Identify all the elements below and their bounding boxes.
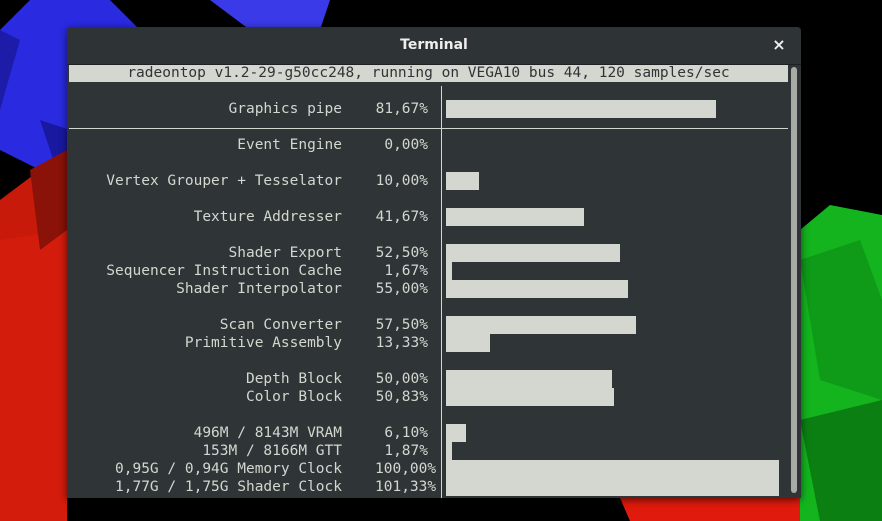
stat-row: Sequencer Instruction Cache 1,67% xyxy=(67,262,787,280)
stat-row: Color Block 50,83% xyxy=(67,388,787,406)
scrollbar[interactable] xyxy=(791,65,798,495)
stat-row: Depth Block 50,00% xyxy=(67,370,787,388)
stat-percent: 13,33% xyxy=(375,335,428,351)
usage-bar xyxy=(446,388,614,406)
stat-percent: 52,50% xyxy=(375,245,428,261)
stat-label: 153M / 8166M GTT xyxy=(202,443,342,459)
stat-percent: 1,87% xyxy=(384,443,428,459)
stat-label: Shader Interpolator xyxy=(176,281,342,297)
stat-row: 496M / 8143M VRAM 6,10% xyxy=(67,424,787,442)
stat-percent: 57,50% xyxy=(375,317,428,333)
usage-bar xyxy=(446,280,628,298)
usage-bar xyxy=(446,316,636,334)
window-title: Terminal xyxy=(400,37,468,53)
stat-percent: 101,33% xyxy=(375,479,437,495)
stat-percent: 1,67% xyxy=(384,263,428,279)
stat-label: 0,95G / 0,94G Memory Clock xyxy=(115,461,342,477)
usage-bar xyxy=(446,424,466,442)
stat-percent: 10,00% xyxy=(375,173,428,189)
stat-label: Color Block xyxy=(245,389,342,405)
stat-label: Event Engine xyxy=(237,137,342,153)
terminal-content[interactable]: radeontop v1.2-29-g50cc248, running on V… xyxy=(67,65,801,498)
stat-percent: 50,00% xyxy=(375,371,428,387)
stat-row: 1,77G / 1,75G Shader Clock 101,33% xyxy=(67,478,787,496)
usage-bar xyxy=(446,460,779,478)
stat-label: Primitive Assembly xyxy=(184,335,342,351)
terminal-window: Terminal × radeontop v1.2-29-g50cc248, r… xyxy=(67,27,801,498)
stat-row: Vertex Grouper + Tesselator 10,00% xyxy=(67,172,787,190)
stat-row: 0,95G / 0,94G Memory Clock 100,00% xyxy=(67,460,787,478)
stat-label: Sequencer Instruction Cache xyxy=(106,263,342,279)
stat-label: Vertex Grouper + Tesselator xyxy=(106,173,342,189)
stat-label: 496M / 8143M VRAM xyxy=(193,425,342,441)
usage-bar xyxy=(446,334,490,352)
stat-row: Shader Interpolator 55,00% xyxy=(67,280,787,298)
separator-line xyxy=(69,128,788,129)
usage-bar xyxy=(446,208,584,226)
usage-bar xyxy=(446,244,620,262)
stat-row: Graphics pipe 81,67% xyxy=(67,100,787,118)
usage-bar xyxy=(446,172,479,190)
titlebar: Terminal × xyxy=(67,27,801,65)
stat-row: Event Engine 0,00% xyxy=(67,136,787,154)
radeontop-header: radeontop v1.2-29-g50cc248, running on V… xyxy=(69,65,788,82)
stat-label: Shader Export xyxy=(228,245,343,261)
stat-percent: 55,00% xyxy=(375,281,428,297)
stat-row: Scan Converter 57,50% xyxy=(67,316,787,334)
usage-bar xyxy=(446,478,779,496)
stat-label: Graphics pipe xyxy=(228,101,343,117)
stat-percent: 81,67% xyxy=(375,101,428,117)
stat-row: 153M / 8166M GTT 1,87% xyxy=(67,442,787,460)
stat-percent: 100,00% xyxy=(375,461,437,477)
usage-bar xyxy=(446,442,452,460)
stat-percent: 6,10% xyxy=(384,425,428,441)
usage-bar xyxy=(446,262,452,280)
stat-percent: 0,00% xyxy=(384,137,428,153)
scrollbar-thumb[interactable] xyxy=(791,67,797,493)
stat-percent: 50,83% xyxy=(375,389,428,405)
stat-label: 1,77G / 1,75G Shader Clock xyxy=(115,479,342,495)
stat-row: Primitive Assembly 13,33% xyxy=(67,334,787,352)
stat-label: Depth Block xyxy=(245,371,342,387)
stat-row: Shader Export 52,50% xyxy=(67,244,787,262)
usage-bar xyxy=(446,370,612,388)
stat-label: Scan Converter xyxy=(219,317,342,333)
close-icon[interactable]: × xyxy=(769,35,789,55)
stat-label: Texture Addresser xyxy=(193,209,342,225)
stat-percent: 41,67% xyxy=(375,209,428,225)
usage-bar xyxy=(446,100,716,118)
stat-row: Texture Addresser 41,67% xyxy=(67,208,787,226)
